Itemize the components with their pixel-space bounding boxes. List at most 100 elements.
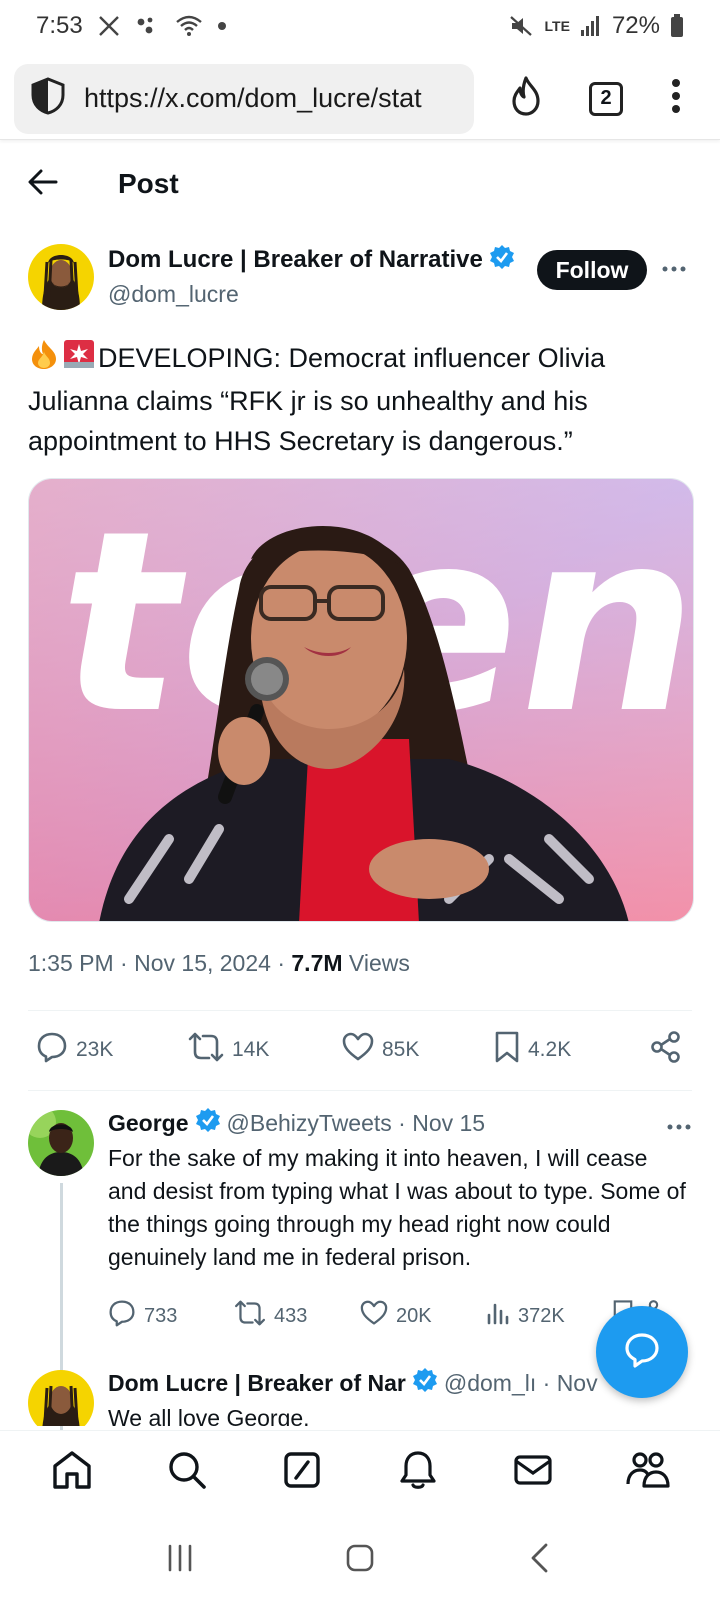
flame-icon: [509, 76, 543, 121]
like-count: 85K: [382, 1038, 420, 1061]
tab-count: 2: [589, 81, 623, 116]
reply-avatar[interactable]: [28, 1370, 94, 1426]
views-label: Views: [348, 950, 410, 976]
battery-icon: [670, 14, 684, 38]
battery-percent: 72%: [611, 12, 660, 39]
status-time: 7:53: [36, 12, 83, 39]
nav-messages[interactable]: [503, 1443, 563, 1503]
bookmark-button[interactable]: 4.2K: [494, 1030, 571, 1070]
share-icon: [650, 1031, 682, 1069]
fire-button[interactable]: [486, 64, 566, 134]
reply-tweet[interactable]: George @BehizyTweets · Nov 15 For the sa…: [28, 1107, 692, 1473]
reply-views-button[interactable]: 372K: [486, 1301, 612, 1331]
mail-icon: [513, 1454, 553, 1491]
back-system-button[interactable]: [510, 1535, 570, 1585]
reply-views-count: 372K: [518, 1304, 565, 1327]
repost-icon: [234, 1300, 266, 1332]
chat-bubble-icon: [622, 1330, 662, 1375]
wifi-icon: [175, 14, 203, 38]
reply-like-count: 20K: [396, 1304, 432, 1327]
reply-like-button[interactable]: 20K: [360, 1300, 486, 1332]
url-field[interactable]: https://x.com/dom_lucre/stat: [14, 63, 474, 134]
people-icon: [626, 1450, 670, 1495]
author-name[interactable]: Dom Lucre | Breaker of Narrative: [108, 246, 483, 274]
author-avatar[interactable]: [28, 244, 94, 310]
reply-author-name[interactable]: Dom Lucre | Breaker of Nar: [108, 1370, 406, 1397]
verified-badge-icon: [195, 1107, 221, 1139]
square-home-icon: [345, 1543, 375, 1578]
more-dots-icon: [661, 260, 687, 278]
x-app-icon: [97, 14, 121, 38]
divider: [28, 1010, 692, 1011]
reply-avatar[interactable]: [28, 1110, 94, 1176]
shield-icon[interactable]: [30, 77, 66, 120]
repost-icon: [188, 1032, 224, 1068]
nav-home[interactable]: [42, 1443, 102, 1503]
post-text: DEVELOPING: Democrat influencer Olivia J…: [28, 338, 696, 461]
reply-repost-count: 433: [274, 1304, 308, 1327]
like-button[interactable]: 85K: [342, 1032, 419, 1068]
tabs-button[interactable]: 2: [566, 64, 646, 134]
home-system-button[interactable]: [330, 1535, 390, 1585]
nav-communities[interactable]: [618, 1443, 678, 1503]
recents-icon: [165, 1543, 195, 1578]
share-button[interactable]: [650, 1031, 682, 1069]
recent-apps-button[interactable]: [150, 1535, 210, 1585]
vertical-dots-icon: [671, 78, 681, 119]
repost-button[interactable]: 14K: [188, 1032, 269, 1068]
compose-reply-fab[interactable]: [596, 1306, 688, 1398]
arrow-left-icon: [28, 169, 58, 200]
verified-badge-icon: [489, 244, 515, 275]
signal-icon: [580, 15, 602, 37]
mute-icon: [509, 14, 535, 38]
post-action-bar: 23K 14K 85K 4.2K: [28, 1026, 692, 1074]
page-title: Post: [118, 168, 179, 199]
search-icon: [167, 1450, 207, 1495]
post-header: Post: [0, 148, 720, 220]
reply-handle-date[interactable]: @BehizyTweets · Nov 15: [227, 1110, 486, 1137]
nav-search[interactable]: [157, 1443, 217, 1503]
post-date[interactable]: Nov 15, 2024: [134, 950, 271, 976]
divider: [28, 1090, 692, 1091]
repost-count: 14K: [232, 1038, 270, 1061]
reply-icon: [36, 1031, 68, 1069]
chevron-left-icon: [528, 1542, 552, 1579]
grok-icon: [283, 1451, 321, 1494]
bottom-nav: [0, 1430, 720, 1514]
url-text[interactable]: https://x.com/dom_lucre/stat: [84, 83, 454, 114]
heart-icon: [342, 1032, 374, 1068]
reply-text: We all love George.: [108, 1405, 310, 1426]
post-meta: 1:35 PM · Nov 15, 2024 · 7.7M Views: [28, 950, 410, 976]
status-bar: 7:53 LTE 72%: [0, 0, 720, 52]
post-time[interactable]: 1:35 PM: [28, 950, 114, 976]
nav-notifications[interactable]: [388, 1443, 448, 1503]
nav-grok[interactable]: [272, 1443, 332, 1503]
back-button[interactable]: [28, 164, 68, 204]
browser-menu-button[interactable]: [646, 64, 706, 134]
bookmark-count: 4.2K: [528, 1038, 572, 1061]
follow-button[interactable]: Follow: [537, 250, 647, 290]
reply-text: For the sake of my making it into heaven…: [108, 1145, 686, 1270]
author-handle[interactable]: @dom_lucre: [108, 281, 515, 308]
post-more-button[interactable]: [656, 254, 692, 284]
reply-repost-button[interactable]: 433: [234, 1300, 360, 1332]
reply-count: 23K: [76, 1038, 114, 1061]
dots-notification-icon: [135, 14, 161, 38]
heart-icon: [360, 1300, 388, 1332]
reply-button[interactable]: 23K: [36, 1031, 113, 1069]
network-type: LTE: [544, 18, 570, 34]
system-nav-bar: [0, 1520, 720, 1600]
reply-tweet[interactable]: Dom Lucre | Breaker of Nar @dom_lı · Nov…: [28, 1368, 692, 1426]
bell-icon: [399, 1450, 437, 1495]
verified-badge-icon: [412, 1368, 438, 1399]
post-text-body: DEVELOPING: Democrat influencer Olivia J…: [28, 343, 606, 457]
reply-handle-date[interactable]: @dom_lı · Nov: [444, 1370, 598, 1397]
reply-reply-button[interactable]: 733: [108, 1299, 234, 1333]
post-image[interactable]: teen: [28, 478, 694, 922]
views-count: 7.7M: [291, 950, 343, 976]
siren-emoji-icon: [62, 338, 96, 381]
reply-author-name[interactable]: George: [108, 1110, 189, 1137]
reply-more-button[interactable]: [666, 1110, 692, 1137]
reply-reply-count: 733: [144, 1304, 178, 1327]
fire-emoji-icon: [28, 338, 60, 381]
